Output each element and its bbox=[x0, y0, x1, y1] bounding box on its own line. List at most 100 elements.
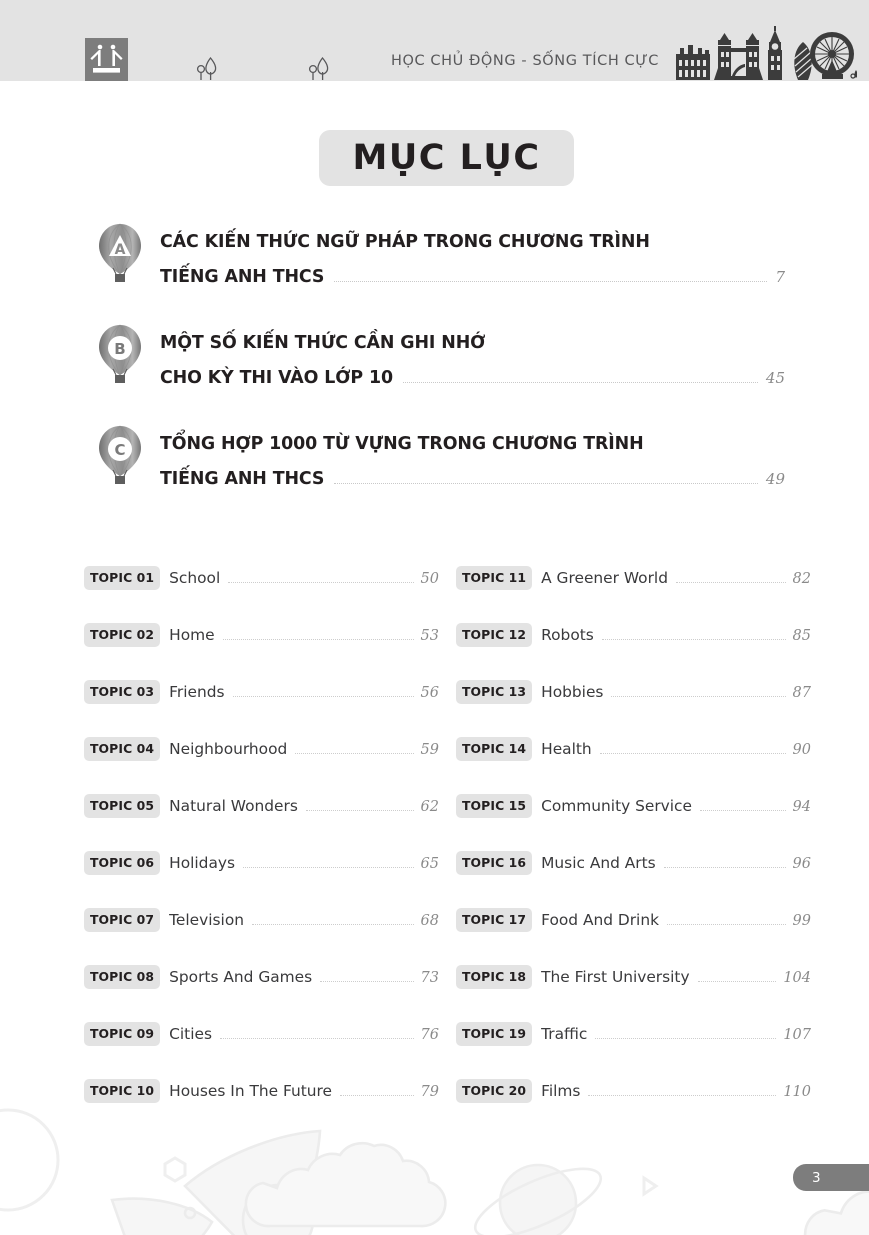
topic-badge: TOPIC 15 bbox=[456, 794, 533, 818]
topic-page-number: 68 bbox=[420, 913, 439, 929]
london-skyline-icon bbox=[676, 26, 857, 80]
topic-page-number: 56 bbox=[420, 685, 439, 701]
topic-title: A Greener World bbox=[541, 569, 668, 587]
tree-icon-2 bbox=[308, 56, 329, 80]
topic-page-number: 110 bbox=[783, 1084, 811, 1100]
topic-badge: TOPIC 20 bbox=[456, 1079, 533, 1103]
topic-row[interactable]: TOPIC 18 The First University 104 bbox=[456, 965, 811, 1023]
topic-badge: TOPIC 17 bbox=[456, 908, 533, 932]
topic-badge: TOPIC 10 bbox=[84, 1079, 161, 1103]
topic-badge: TOPIC 08 bbox=[84, 965, 161, 989]
sections-list: A CÁC KIẾN THỨC NGỮ PHÁP TRONG CHƯƠNG TR… bbox=[0, 222, 869, 525]
topic-row[interactable]: TOPIC 11 A Greener World 82 bbox=[456, 566, 811, 624]
topic-badge: TOPIC 13 bbox=[456, 680, 533, 704]
topic-title: Food And Drink bbox=[541, 911, 660, 929]
topic-row[interactable]: TOPIC 19 Traffic 107 bbox=[456, 1022, 811, 1080]
topic-row[interactable]: TOPIC 08 Sports And Games 73 bbox=[84, 965, 439, 1023]
topic-title: Health bbox=[541, 740, 592, 758]
topic-row[interactable]: TOPIC 05 Natural Wonders 62 bbox=[84, 794, 439, 852]
dotted-leader bbox=[599, 752, 786, 754]
topic-page-number: 96 bbox=[792, 856, 811, 872]
topic-badge: TOPIC 11 bbox=[456, 566, 533, 590]
topic-title: Hobbies bbox=[541, 683, 604, 701]
page-number: 3 bbox=[812, 1169, 821, 1186]
dotted-leader bbox=[305, 809, 414, 811]
dotted-leader bbox=[601, 638, 786, 640]
balloon-letter-a: A bbox=[115, 242, 126, 258]
section-title-line1: TỔNG HỢP 1000 TỪ VỰNG TRONG CHƯƠNG TRÌNH bbox=[160, 434, 644, 454]
section-title-line1: MỘT SỐ KIẾN THỨC CẦN GHI NHỚ bbox=[160, 333, 486, 353]
section-title-line2: TIẾNG ANH THCS bbox=[160, 267, 325, 288]
section-title-line1: CÁC KIẾN THỨC NGỮ PHÁP TRONG CHƯƠNG TRÌN… bbox=[160, 232, 650, 252]
topic-page-number: 94 bbox=[792, 799, 811, 815]
dotted-leader bbox=[402, 381, 758, 384]
topic-badge: TOPIC 12 bbox=[456, 623, 533, 647]
dotted-leader bbox=[667, 923, 786, 925]
topic-row[interactable]: TOPIC 07 Television 68 bbox=[84, 908, 439, 966]
toc-page: HỌC CHỦ ĐỘNG - SỐNG TÍCH CỰC MỤC LỤC A C… bbox=[0, 0, 869, 1235]
tree-icon-1 bbox=[196, 56, 217, 80]
topic-title: Natural Wonders bbox=[169, 797, 298, 815]
topic-title: Cities bbox=[169, 1025, 212, 1043]
balloon-icon-c: C bbox=[99, 425, 141, 484]
topic-page-number: 73 bbox=[420, 970, 439, 986]
dotted-leader bbox=[595, 1037, 777, 1039]
section-page-number: 7 bbox=[775, 268, 785, 287]
dotted-leader bbox=[611, 695, 786, 697]
section-title-line2: TIẾNG ANH THCS bbox=[160, 469, 325, 490]
topic-row[interactable]: TOPIC 17 Food And Drink 99 bbox=[456, 908, 811, 966]
dotted-leader bbox=[228, 581, 414, 583]
dotted-leader bbox=[252, 923, 414, 925]
topic-row[interactable]: TOPIC 03 Friends 56 bbox=[84, 680, 439, 738]
section-page-number: 45 bbox=[765, 369, 785, 388]
page-number-tab: 3 bbox=[793, 1164, 869, 1191]
topic-row[interactable]: TOPIC 20 Films 110 bbox=[456, 1079, 811, 1137]
topic-title: Holidays bbox=[169, 854, 236, 872]
dotted-leader bbox=[340, 1094, 414, 1096]
topic-title: School bbox=[169, 569, 221, 587]
topic-row[interactable]: TOPIC 02 Home 53 bbox=[84, 623, 439, 681]
hexagon-watermark bbox=[163, 1156, 187, 1183]
topic-title: Houses In The Future bbox=[169, 1082, 332, 1100]
topic-badge: TOPIC 04 bbox=[84, 737, 161, 761]
topic-page-number: 65 bbox=[420, 856, 439, 872]
rocket-watermark bbox=[110, 1129, 322, 1235]
topic-title: The First University bbox=[541, 968, 690, 986]
section-entry-b[interactable]: B MỘT SỐ KIẾN THỨC CẦN GHI NHỚ CHO KỲ TH… bbox=[0, 323, 869, 424]
topic-row[interactable]: TOPIC 06 Holidays 65 bbox=[84, 851, 439, 909]
section-page-number: 49 bbox=[765, 470, 785, 489]
dotted-leader bbox=[675, 581, 786, 583]
topic-title: Music And Arts bbox=[541, 854, 656, 872]
topic-row[interactable]: TOPIC 13 Hobbies 87 bbox=[456, 680, 811, 738]
balloon-icon-b: B bbox=[99, 324, 141, 383]
topic-row[interactable]: TOPIC 15 Community Service 94 bbox=[456, 794, 811, 852]
balloon-letter-b: B bbox=[114, 340, 125, 358]
topic-row[interactable]: TOPIC 09 Cities 76 bbox=[84, 1022, 439, 1080]
topic-page-number: 62 bbox=[420, 799, 439, 815]
dotted-leader bbox=[663, 866, 786, 868]
dotted-leader bbox=[334, 280, 768, 283]
topic-page-number: 53 bbox=[420, 628, 439, 644]
topic-row[interactable]: TOPIC 04 Neighbourhood 59 bbox=[84, 737, 439, 795]
topic-badge: TOPIC 09 bbox=[84, 1022, 161, 1046]
topic-row[interactable]: TOPIC 10 Houses In The Future 79 bbox=[84, 1079, 439, 1137]
topic-row[interactable]: TOPIC 14 Health 90 bbox=[456, 737, 811, 795]
section-entry-a[interactable]: A CÁC KIẾN THỨC NGỮ PHÁP TRONG CHƯƠNG TR… bbox=[0, 222, 869, 323]
topic-row[interactable]: TOPIC 16 Music And Arts 96 bbox=[456, 851, 811, 909]
plus-watermark bbox=[222, 1170, 236, 1184]
topics-column-left: TOPIC 01 School 50 TOPIC 02 Home 53 TOPIC 03 Fr… bbox=[84, 566, 439, 1137]
topic-badge: TOPIC 03 bbox=[84, 680, 161, 704]
dotted-leader bbox=[219, 1037, 414, 1039]
dotted-leader bbox=[334, 482, 758, 485]
topic-badge: TOPIC 07 bbox=[84, 908, 161, 932]
topics-column-right: TOPIC 11 A Greener World 82 TOPIC 12 Robots 8… bbox=[456, 566, 811, 1137]
dotted-leader bbox=[588, 1094, 777, 1096]
topic-row[interactable]: TOPIC 01 School 50 bbox=[84, 566, 439, 624]
balloon-letter-c: C bbox=[114, 441, 125, 459]
section-entry-c[interactable]: C TỔNG HỢP 1000 TỪ VỰNG TRONG CHƯƠNG TRÌ… bbox=[0, 424, 869, 525]
topic-page-number: 99 bbox=[792, 913, 811, 929]
topic-badge: TOPIC 16 bbox=[456, 851, 533, 875]
page-title: MỤC LỤC bbox=[352, 138, 541, 178]
dotted-leader bbox=[700, 809, 786, 811]
topic-row[interactable]: TOPIC 12 Robots 85 bbox=[456, 623, 811, 681]
